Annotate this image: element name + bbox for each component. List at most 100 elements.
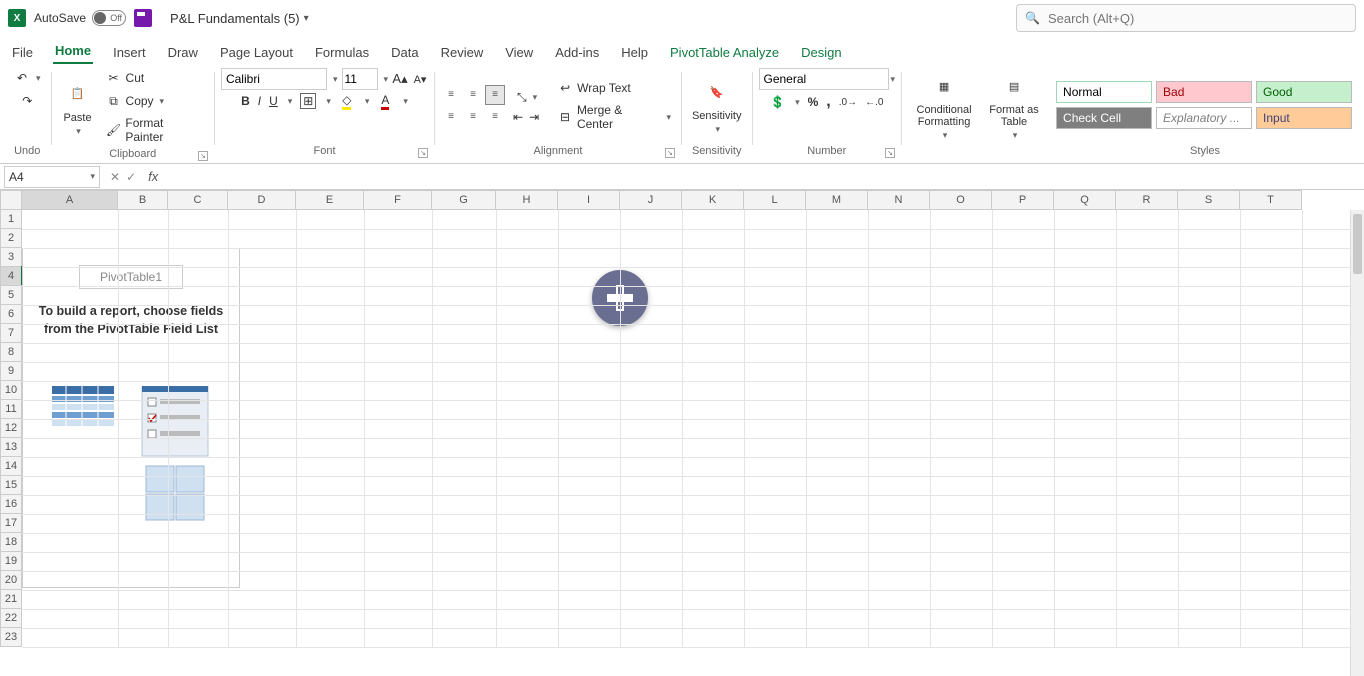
font-name-select[interactable] bbox=[221, 68, 327, 90]
tab-view[interactable]: View bbox=[503, 41, 535, 64]
fx-icon[interactable]: fx bbox=[142, 169, 164, 184]
col-header-P[interactable]: P bbox=[992, 190, 1054, 210]
style-good[interactable]: Good bbox=[1256, 81, 1352, 103]
increase-indent-button[interactable]: ⇥ bbox=[529, 110, 539, 124]
increase-font-button[interactable]: A▴ bbox=[392, 71, 408, 87]
decrease-decimal-button[interactable]: ←.0 bbox=[865, 97, 883, 108]
col-header-C[interactable]: C bbox=[168, 190, 228, 210]
wrap-text-button[interactable]: ↩Wrap Text bbox=[553, 78, 675, 98]
number-dialog-launcher[interactable]: ↘ bbox=[885, 148, 895, 158]
col-header-I[interactable]: I bbox=[558, 190, 620, 210]
percent-format-button[interactable]: % bbox=[808, 95, 819, 109]
align-center-button[interactable]: ≡ bbox=[463, 107, 483, 127]
row-header-1[interactable]: 1 bbox=[0, 210, 22, 229]
row-header-10[interactable]: 10 bbox=[0, 381, 22, 400]
autosave-toggle[interactable]: AutoSave Off bbox=[34, 10, 126, 26]
decrease-font-button[interactable]: A▾ bbox=[412, 71, 428, 87]
italic-button[interactable]: I bbox=[258, 94, 261, 108]
tab-file[interactable]: File bbox=[10, 41, 35, 64]
redo-button[interactable]: ↷ bbox=[15, 91, 39, 111]
tab-help[interactable]: Help bbox=[619, 41, 650, 64]
row-header-13[interactable]: 13 bbox=[0, 438, 22, 457]
style-check-cell[interactable]: Check Cell bbox=[1056, 107, 1152, 129]
tab-data[interactable]: Data bbox=[389, 41, 420, 64]
search-box[interactable]: 🔍 bbox=[1016, 4, 1356, 32]
col-header-L[interactable]: L bbox=[744, 190, 806, 210]
row-header-9[interactable]: 9 bbox=[0, 362, 22, 381]
alignment-dialog-launcher[interactable]: ↘ bbox=[665, 148, 675, 158]
bold-button[interactable]: B bbox=[241, 94, 250, 108]
number-format-select[interactable] bbox=[759, 68, 889, 90]
row-header-6[interactable]: 6 bbox=[0, 305, 22, 324]
row-header-14[interactable]: 14 bbox=[0, 457, 22, 476]
undo-button[interactable]: ↶▾ bbox=[10, 68, 45, 88]
align-bottom-button[interactable]: ≡ bbox=[485, 85, 505, 105]
col-header-R[interactable]: R bbox=[1116, 190, 1178, 210]
conditional-formatting-button[interactable]: ▦ Conditional Formatting▾ bbox=[908, 68, 980, 143]
row-header-12[interactable]: 12 bbox=[0, 419, 22, 438]
decrease-indent-button[interactable]: ⇤ bbox=[513, 110, 523, 124]
row-header-20[interactable]: 20 bbox=[0, 571, 22, 590]
tab-home[interactable]: Home bbox=[53, 39, 93, 64]
style-normal[interactable]: Normal bbox=[1056, 81, 1152, 103]
accounting-format-button[interactable]: 💲 bbox=[770, 95, 785, 109]
copy-button[interactable]: ⧉Copy▾ bbox=[102, 91, 208, 111]
row-header-3[interactable]: 3 bbox=[0, 248, 22, 267]
tab-insert[interactable]: Insert bbox=[111, 41, 148, 64]
col-header-F[interactable]: F bbox=[364, 190, 432, 210]
row-header-2[interactable]: 2 bbox=[0, 229, 22, 248]
col-header-M[interactable]: M bbox=[806, 190, 868, 210]
tab-review[interactable]: Review bbox=[439, 41, 486, 64]
borders-button[interactable]: ⊞ bbox=[300, 93, 316, 109]
col-header-E[interactable]: E bbox=[296, 190, 364, 210]
row-header-4[interactable]: 4 bbox=[0, 267, 22, 286]
comma-format-button[interactable]: , bbox=[826, 93, 830, 111]
vertical-scrollbar[interactable] bbox=[1350, 210, 1364, 676]
pivot-placeholder[interactable]: PivotTable1 To build a report, choose fi… bbox=[22, 248, 240, 588]
col-header-J[interactable]: J bbox=[620, 190, 682, 210]
formula-input[interactable] bbox=[164, 166, 1364, 188]
save-button[interactable] bbox=[134, 9, 152, 27]
enter-formula-button[interactable]: ✓ bbox=[126, 170, 136, 184]
col-header-B[interactable]: B bbox=[118, 190, 168, 210]
fill-color-button[interactable]: ◇ bbox=[339, 93, 355, 109]
tab-add-ins[interactable]: Add-ins bbox=[553, 41, 601, 64]
format-painter-button[interactable]: 🖌Format Painter bbox=[102, 114, 208, 146]
cut-button[interactable]: ✂Cut bbox=[102, 68, 208, 88]
paste-button[interactable]: 📋 Paste ▾ bbox=[58, 76, 98, 139]
align-left-button[interactable]: ≡ bbox=[441, 107, 461, 127]
tab-design[interactable]: Design bbox=[799, 41, 843, 64]
row-header-15[interactable]: 15 bbox=[0, 476, 22, 495]
align-right-button[interactable]: ≡ bbox=[485, 107, 505, 127]
increase-decimal-button[interactable]: .0→ bbox=[839, 97, 857, 108]
font-color-button[interactable]: A bbox=[377, 93, 393, 109]
col-header-K[interactable]: K bbox=[682, 190, 744, 210]
filename-dropdown[interactable]: P&L Fundamentals (5) ▾ bbox=[170, 11, 309, 26]
sensitivity-button[interactable]: 🔖 Sensitivity ▾ bbox=[688, 74, 746, 137]
row-header-18[interactable]: 18 bbox=[0, 533, 22, 552]
row-header-17[interactable]: 17 bbox=[0, 514, 22, 533]
worksheet[interactable]: ABCDEFGHIJKLMNOPQRST 1234567891011121314… bbox=[0, 190, 1364, 676]
format-as-table-button[interactable]: ▤ Format as Table▾ bbox=[984, 68, 1044, 143]
font-size-select[interactable] bbox=[342, 68, 378, 90]
align-middle-button[interactable]: ≡ bbox=[463, 85, 483, 105]
merge-center-button[interactable]: ⊟Merge & Center▾ bbox=[553, 101, 675, 133]
col-header-S[interactable]: S bbox=[1178, 190, 1240, 210]
cancel-formula-button[interactable]: ✕ bbox=[110, 170, 120, 184]
col-header-G[interactable]: G bbox=[432, 190, 496, 210]
tab-draw[interactable]: Draw bbox=[166, 41, 200, 64]
col-header-T[interactable]: T bbox=[1240, 190, 1302, 210]
orientation-button[interactable]: ⤡▾ bbox=[513, 88, 541, 107]
row-header-16[interactable]: 16 bbox=[0, 495, 22, 514]
tab-page-layout[interactable]: Page Layout bbox=[218, 41, 295, 64]
search-input[interactable] bbox=[1048, 11, 1347, 26]
style-bad[interactable]: Bad bbox=[1156, 81, 1252, 103]
col-header-Q[interactable]: Q bbox=[1054, 190, 1116, 210]
font-dialog-launcher[interactable]: ↘ bbox=[418, 148, 428, 158]
col-header-O[interactable]: O bbox=[930, 190, 992, 210]
row-header-8[interactable]: 8 bbox=[0, 343, 22, 362]
name-box[interactable]: A4 ▾ bbox=[4, 166, 100, 188]
row-header-19[interactable]: 19 bbox=[0, 552, 22, 571]
select-all-corner[interactable] bbox=[0, 190, 22, 210]
style-explanatory-[interactable]: Explanatory ... bbox=[1156, 107, 1252, 129]
